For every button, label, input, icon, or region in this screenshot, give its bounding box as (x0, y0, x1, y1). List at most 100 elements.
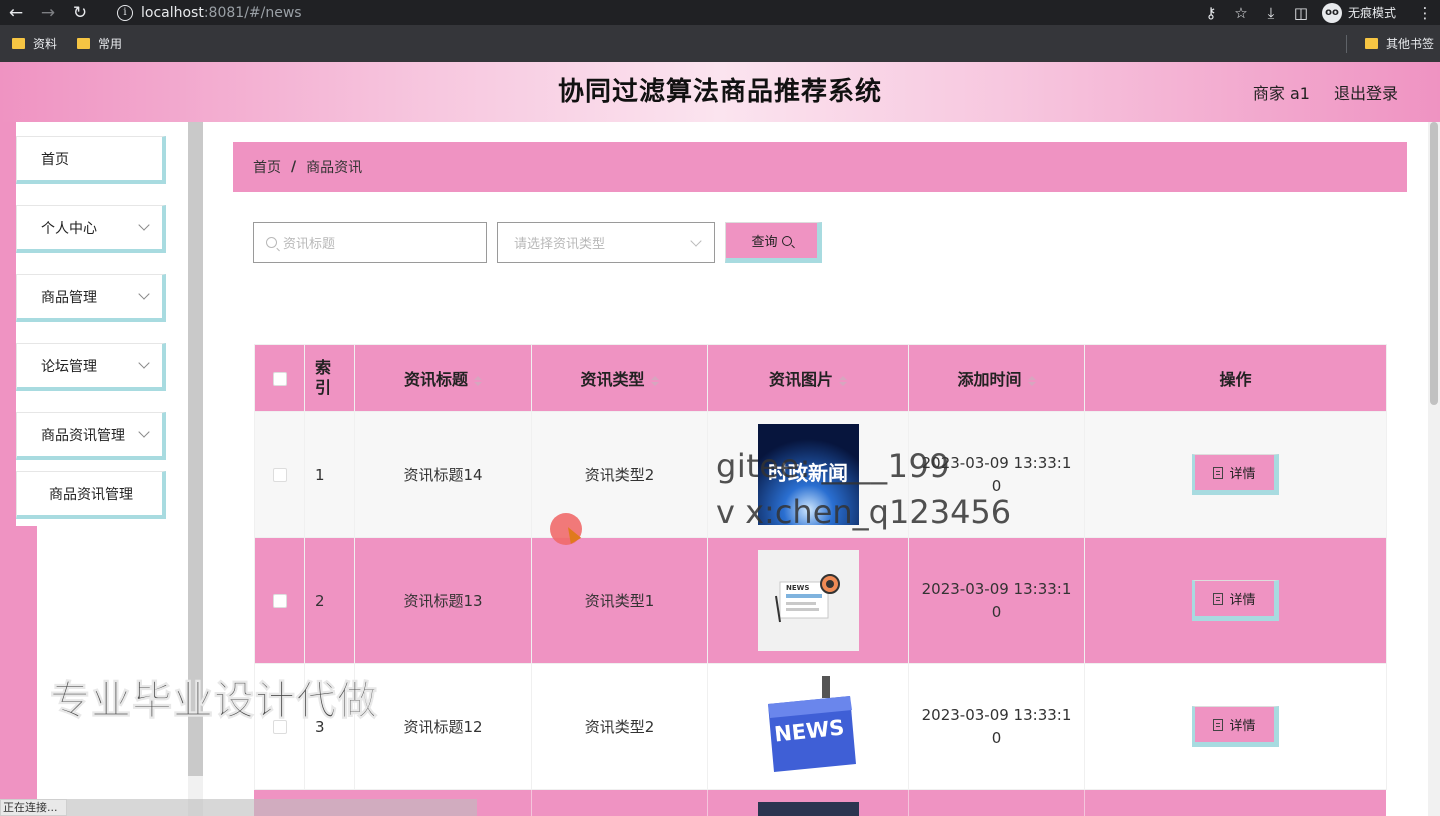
row-type: 资讯类型2 (531, 663, 708, 790)
current-user: 商家 a1 (1252, 84, 1310, 103)
browser-toolbar: ← → ↻ i localhost:8081/#/news ⚷ ☆ ⤓ ◫ oo… (0, 0, 1440, 25)
table-cell-divider (707, 790, 708, 816)
main-scrollbar[interactable] (1428, 122, 1440, 816)
app-title: 协同过滤算法商品推荐系统 (557, 77, 882, 107)
table-row: 3 资讯标题12 资讯类型2 NEWS 2023-03-09 13:33:10 … (254, 663, 1387, 790)
news-thumbnail[interactable]: NEWS (757, 550, 859, 651)
sidebar-item-label: 商品资讯管理 (49, 486, 133, 503)
forward-icon[interactable]: → (32, 0, 64, 25)
header-type-label: 资讯类型 (580, 370, 645, 389)
search-icon (266, 237, 277, 248)
breadcrumb-home[interactable]: 首页 (253, 157, 281, 177)
header-action-label: 操作 (1219, 370, 1252, 389)
incognito-icon: oo (1321, 2, 1342, 23)
folder-icon (12, 38, 25, 49)
detail-button[interactable]: 详情 (1192, 706, 1279, 747)
sidebar-item-product-management[interactable]: 商品管理 (16, 274, 166, 322)
breadcrumb: 首页 / 商品资讯 (233, 142, 1407, 192)
select-all-checkbox[interactable] (272, 372, 287, 386)
query-button[interactable]: 查询 (725, 222, 822, 263)
row-time-text: 2023-03-09 13:33:10 (921, 579, 1072, 621)
header-image[interactable]: 资讯图片 (707, 344, 909, 412)
sidebar-item-forum-management[interactable]: 论坛管理 (16, 343, 166, 391)
sort-icon[interactable] (1027, 375, 1036, 386)
news-title-search-input[interactable]: 资讯标题 (253, 222, 487, 263)
header-index-label: 索引 (315, 358, 332, 397)
sidebar-item-news-management[interactable]: 商品资讯管理 (16, 412, 166, 460)
more-menu-icon[interactable]: ⋮ (1410, 4, 1440, 22)
watermark-text: gitee: ____199 (716, 447, 951, 485)
detail-button-label: 详情 (1229, 719, 1256, 734)
chevron-down-icon (138, 426, 150, 438)
bookmark-folder[interactable]: 常用 (77, 35, 122, 52)
chevron-down-icon (138, 219, 150, 231)
scrollbar-thumb[interactable] (1430, 122, 1438, 405)
reload-icon[interactable]: ↻ (64, 0, 96, 25)
promo-overlay: 专业毕业设计代做 (50, 678, 378, 725)
detail-button-label: 详情 (1229, 593, 1256, 608)
row-select-cell (254, 537, 305, 664)
select-all-cell (254, 344, 305, 412)
table-row: 2 资讯标题13 资讯类型1 NEWS 2023-03-09 13:33:10 (254, 537, 1387, 664)
key-icon[interactable]: ⚷ (1196, 4, 1226, 22)
chevron-down-icon (690, 235, 702, 247)
news-type-select[interactable]: 请选择资讯类型 (497, 222, 715, 263)
header-time[interactable]: 添加时间 (908, 344, 1085, 412)
download-icon[interactable]: ⤓ (1256, 4, 1286, 22)
table-header-row: 索引 资讯标题 资讯类型 资讯图片 添加时间 操作 (254, 344, 1387, 412)
document-icon (1213, 466, 1224, 479)
news-thumbnail-partial (758, 802, 859, 816)
search-icon (781, 235, 792, 246)
sidebar-item-label: 商品资讯管理 (41, 427, 125, 444)
other-bookmarks[interactable]: 其他书签 (1345, 25, 1434, 62)
row-select-cell (254, 411, 305, 538)
table-cell-divider (531, 790, 532, 816)
row-action-cell: 详情 (1084, 537, 1387, 664)
sort-icon[interactable] (650, 375, 659, 386)
document-icon (1213, 718, 1224, 731)
incognito-indicator[interactable]: oo 无痕模式 (1321, 2, 1396, 23)
app-header: 协同过滤算法商品推荐系统 商家 a1 退出登录 (0, 62, 1440, 122)
other-bookmarks-label: 其他书签 (1385, 37, 1434, 51)
row-checkbox[interactable] (272, 468, 287, 482)
back-icon[interactable]: ← (0, 0, 32, 25)
sidebar-subitem-news-management[interactable]: 商品资讯管理 (16, 471, 166, 519)
row-title: 资讯标题14 (354, 411, 532, 538)
row-image-cell: NEWS (707, 537, 909, 664)
bookmark-label: 资料 (33, 37, 58, 51)
sidebar-item-personal-center[interactable]: 个人中心 (16, 205, 166, 253)
folder-icon (1364, 38, 1378, 49)
sidebar-item-label: 首页 (41, 151, 69, 168)
row-action-cell: 详情 (1084, 411, 1387, 538)
header-action: 操作 (1084, 344, 1387, 412)
row-index: 2 (304, 537, 355, 664)
bookmark-folder[interactable]: 资料 (12, 35, 57, 52)
row-checkbox[interactable] (272, 594, 287, 608)
divider (1345, 34, 1347, 53)
sidebar-item-home[interactable]: 首页 (16, 136, 166, 184)
folder-icon (77, 38, 91, 49)
sort-icon[interactable] (474, 375, 482, 386)
row-type: 资讯类型1 (531, 537, 708, 664)
header-time-label: 添加时间 (957, 370, 1022, 389)
row-title: 资讯标题12 (354, 663, 532, 790)
query-button-label: 查询 (751, 235, 778, 250)
url-host: localhost (141, 4, 204, 21)
address-bar[interactable]: i localhost:8081/#/news (105, 0, 1255, 25)
sidepanel-icon[interactable]: ◫ (1286, 4, 1316, 22)
row-action-cell: 详情 (1084, 663, 1387, 790)
header-title[interactable]: 资讯标题 (354, 344, 532, 412)
news-table: 索引 资讯标题 资讯类型 资讯图片 添加时间 操作 1 资讯标题14 资讯类型2… (254, 344, 1387, 790)
star-icon[interactable]: ☆ (1226, 4, 1256, 22)
site-info-icon[interactable]: i (117, 4, 133, 21)
chevron-down-icon (138, 357, 150, 369)
row-title: 资讯标题13 (354, 537, 532, 664)
row-time-text: 2023-03-09 13:33:10 (921, 705, 1072, 747)
detail-button[interactable]: 详情 (1192, 454, 1279, 495)
logout-link[interactable]: 退出登录 (1334, 80, 1398, 104)
sort-icon[interactable] (839, 375, 847, 386)
header-type[interactable]: 资讯类型 (531, 344, 708, 412)
news-thumbnail[interactable]: NEWS (757, 676, 859, 777)
bottom-overlay-bar (0, 799, 477, 816)
detail-button[interactable]: 详情 (1192, 580, 1279, 621)
